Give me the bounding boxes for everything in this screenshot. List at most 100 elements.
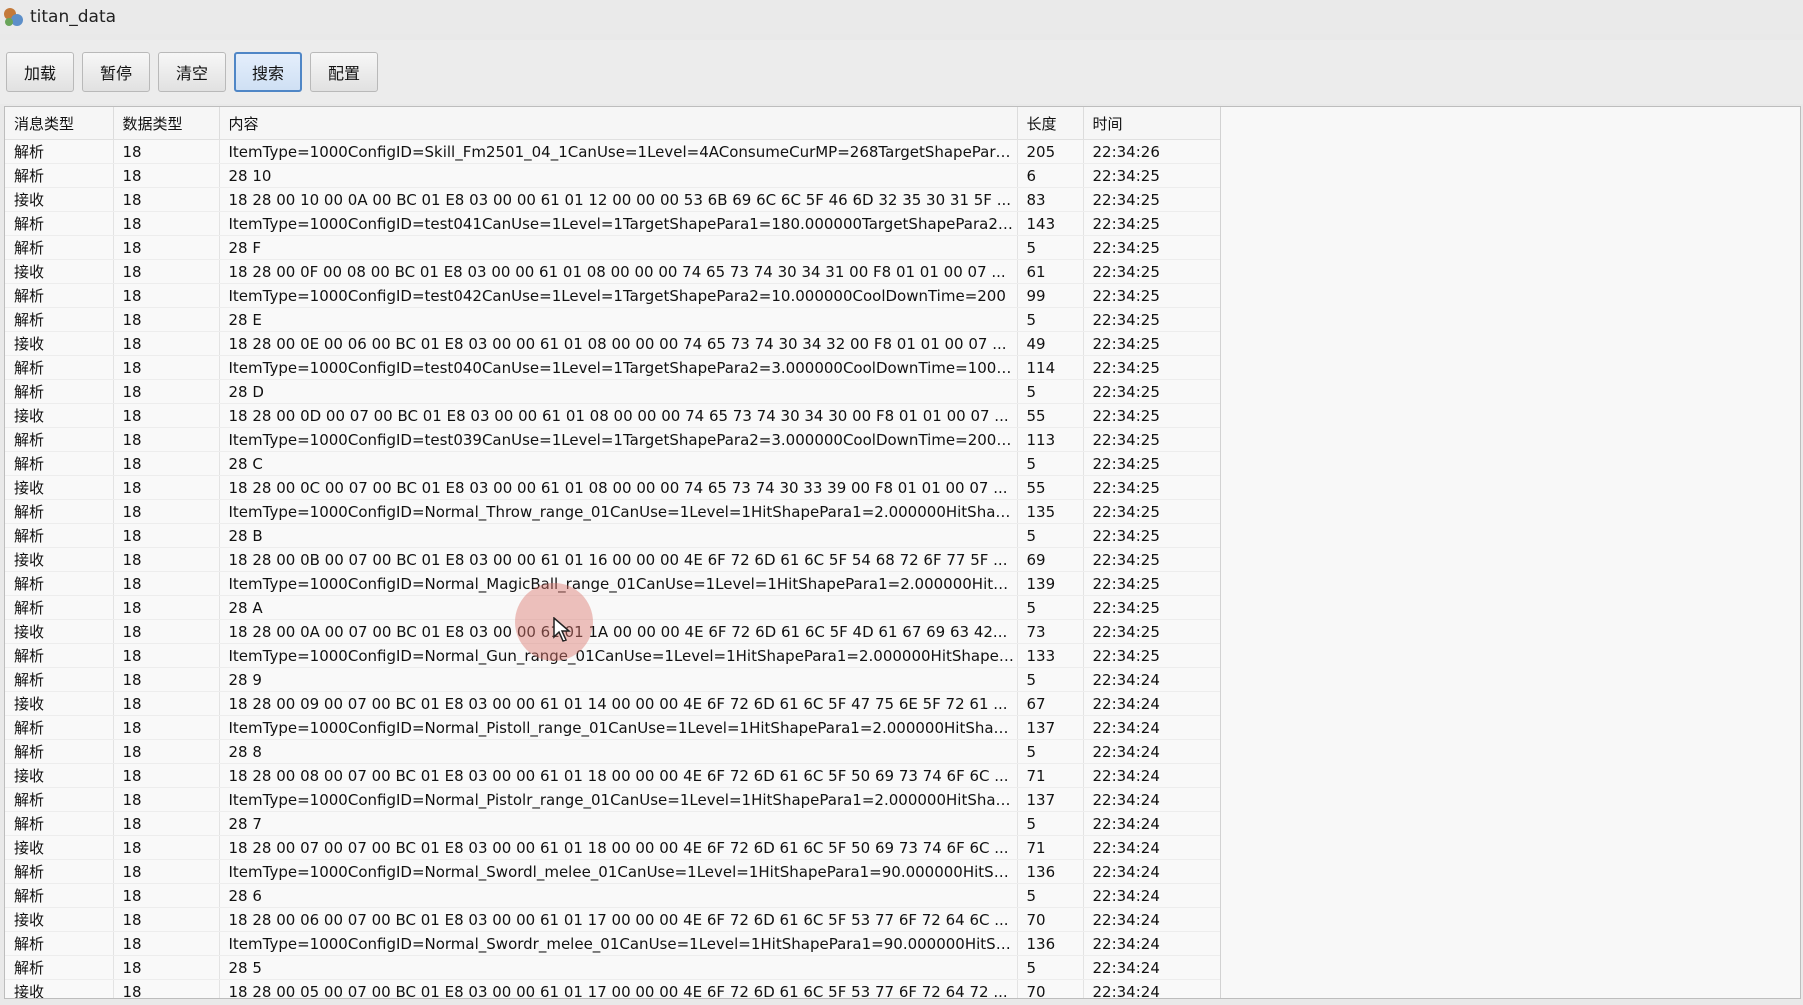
table-row[interactable]: 接收 18 18 28 00 05 00 07 00 BC 01 E8 03 00 … xyxy=(5,979,1221,998)
table-row[interactable]: 解析 18 ItemType=1000ConfigID=test039CanUse=… xyxy=(5,427,1221,452)
cell-data-type: 18 xyxy=(113,715,220,740)
cell-time: 22:34:24 xyxy=(1083,835,1221,860)
cell-length: 55 xyxy=(1017,403,1084,428)
column-header-content[interactable]: 内容 xyxy=(219,107,1018,140)
cell-data-type: 18 xyxy=(113,235,220,260)
table-row[interactable]: 解析 18 28 5 5 22:34:24 xyxy=(5,955,1221,980)
cell-time: 22:34:25 xyxy=(1083,619,1221,644)
cell-message-type: 解析 xyxy=(5,859,114,884)
cell-data-type: 18 xyxy=(113,427,220,452)
table-row[interactable]: 接收 18 18 28 00 0E 00 06 00 BC 01 E8 03 00 … xyxy=(5,331,1221,356)
cell-data-type: 18 xyxy=(113,859,220,884)
cell-message-type: 解析 xyxy=(5,523,114,548)
cell-data-type: 18 xyxy=(113,667,220,692)
config-button[interactable]: 配置 xyxy=(310,52,378,92)
table-row[interactable]: 接收 18 18 28 00 10 00 0A 00 BC 01 E8 03 00 … xyxy=(5,187,1221,212)
table-row[interactable]: 解析 18 28 D 5 22:34:25 xyxy=(5,379,1221,404)
table-row[interactable]: 解析 18 28 7 5 22:34:24 xyxy=(5,811,1221,836)
cell-data-type: 18 xyxy=(113,931,220,956)
cell-content: ItemType=1000ConfigID=Normal_Throw_range… xyxy=(219,499,1018,524)
table-row[interactable]: 解析 18 28 C 5 22:34:25 xyxy=(5,451,1221,476)
table-row[interactable]: 解析 18 28 B 5 22:34:25 xyxy=(5,523,1221,548)
table-row[interactable]: 解析 18 ItemType=1000ConfigID=Normal_Pistolr… xyxy=(5,787,1221,812)
cell-data-type: 18 xyxy=(113,907,220,932)
cell-message-type: 解析 xyxy=(5,379,114,404)
cell-message-type: 解析 xyxy=(5,883,114,908)
table-row[interactable]: 解析 18 ItemType=1000ConfigID=Normal_Swordr_… xyxy=(5,931,1221,956)
table-row[interactable]: 解析 18 ItemType=1000ConfigID=test042CanUse=… xyxy=(5,283,1221,308)
cell-message-type: 解析 xyxy=(5,715,114,740)
cell-content: ItemType=1000ConfigID=test040CanUse=1Lev… xyxy=(219,355,1018,380)
table-row[interactable]: 接收 18 18 28 00 07 00 07 00 BC 01 E8 03 00 … xyxy=(5,835,1221,860)
table-row[interactable]: 解析 18 28 10 6 22:34:25 xyxy=(5,163,1221,188)
table-row[interactable]: 解析 18 ItemType=1000ConfigID=Normal_MagicBa… xyxy=(5,571,1221,596)
cell-length: 55 xyxy=(1017,475,1084,500)
table-row[interactable]: 解析 18 28 E 5 22:34:25 xyxy=(5,307,1221,332)
cell-data-type: 18 xyxy=(113,787,220,812)
cell-data-type: 18 xyxy=(113,403,220,428)
column-header-time[interactable]: 时间 xyxy=(1083,107,1221,140)
cell-length: 135 xyxy=(1017,499,1084,524)
cell-message-type: 接收 xyxy=(5,259,114,284)
cell-length: 5 xyxy=(1017,955,1084,980)
cell-message-type: 解析 xyxy=(5,595,114,620)
table-row[interactable]: 解析 18 ItemType=1000ConfigID=Normal_Swordl_… xyxy=(5,859,1221,884)
cell-length: 5 xyxy=(1017,451,1084,476)
cell-message-type: 接收 xyxy=(5,979,114,998)
table-row[interactable]: 接收 18 18 28 00 0D 00 07 00 BC 01 E8 03 00 … xyxy=(5,403,1221,428)
pause-button[interactable]: 暂停 xyxy=(82,52,150,92)
table-row[interactable]: 解析 18 28 9 5 22:34:24 xyxy=(5,667,1221,692)
column-header-message-type[interactable]: 消息类型 xyxy=(5,107,114,140)
cell-time: 22:34:25 xyxy=(1083,451,1221,476)
cell-content: 28 10 xyxy=(219,163,1018,188)
table-row[interactable]: 解析 18 ItemType=1000ConfigID=Normal_Gun_ran… xyxy=(5,643,1221,668)
cell-length: 136 xyxy=(1017,931,1084,956)
cell-message-type: 解析 xyxy=(5,235,114,260)
table-row[interactable]: 解析 18 ItemType=1000ConfigID=Skill_Fm2501_0… xyxy=(5,139,1221,164)
cell-data-type: 18 xyxy=(113,643,220,668)
table-row[interactable]: 解析 18 ItemType=1000ConfigID=test040CanUse=… xyxy=(5,355,1221,380)
table-row[interactable]: 接收 18 18 28 00 09 00 07 00 BC 01 E8 03 00 … xyxy=(5,691,1221,716)
column-header-length[interactable]: 长度 xyxy=(1017,107,1084,140)
app-icon xyxy=(2,6,24,28)
cell-time: 22:34:24 xyxy=(1083,811,1221,836)
cell-content: ItemType=1000ConfigID=test039CanUse=1Lev… xyxy=(219,427,1018,452)
cell-data-type: 18 xyxy=(113,595,220,620)
cell-message-type: 接收 xyxy=(5,835,114,860)
cell-content: 28 E xyxy=(219,307,1018,332)
cell-time: 22:34:25 xyxy=(1083,187,1221,212)
cell-content: 18 28 00 0E 00 06 00 BC 01 E8 03 00 00 6… xyxy=(219,331,1018,356)
table-row[interactable]: 解析 18 ItemType=1000ConfigID=test041CanUse=… xyxy=(5,211,1221,236)
mouse-cursor-icon xyxy=(553,616,572,647)
cell-message-type: 接收 xyxy=(5,331,114,356)
cell-time: 22:34:24 xyxy=(1083,883,1221,908)
cell-time: 22:34:26 xyxy=(1083,139,1221,164)
table-row[interactable]: 解析 18 28 6 5 22:34:24 xyxy=(5,883,1221,908)
cell-message-type: 解析 xyxy=(5,955,114,980)
table-row[interactable]: 解析 18 28 A 5 22:34:25 xyxy=(5,595,1221,620)
table-row[interactable]: 解析 18 ItemType=1000ConfigID=Normal_Pistoll… xyxy=(5,715,1221,740)
cell-message-type: 接收 xyxy=(5,475,114,500)
table-row[interactable]: 接收 18 18 28 00 0F 00 08 00 BC 01 E8 03 00 … xyxy=(5,259,1221,284)
table-row[interactable]: 解析 18 ItemType=1000ConfigID=Normal_Throw_r… xyxy=(5,499,1221,524)
cell-time: 22:34:25 xyxy=(1083,331,1221,356)
message-table[interactable]: 消息类型 数据类型 内容 长度 时间 解析 18 ItemType=1000Conf… xyxy=(4,106,1801,999)
table-row[interactable]: 接收 18 18 28 00 0B 00 07 00 BC 01 E8 03 00 … xyxy=(5,547,1221,572)
table-row[interactable]: 解析 18 28 8 5 22:34:24 xyxy=(5,739,1221,764)
table-row[interactable]: 解析 18 28 F 5 22:34:25 xyxy=(5,235,1221,260)
table-row[interactable]: 接收 18 18 28 00 0A 00 07 00 BC 01 E8 03 00 … xyxy=(5,619,1221,644)
table-row[interactable]: 接收 18 18 28 00 0C 00 07 00 BC 01 E8 03 00 … xyxy=(5,475,1221,500)
cell-content: 28 7 xyxy=(219,811,1018,836)
load-button[interactable]: 加载 xyxy=(6,52,74,92)
cell-content: 18 28 00 0B 00 07 00 BC 01 E8 03 00 00 6… xyxy=(219,547,1018,572)
search-button[interactable]: 搜索 xyxy=(234,52,302,92)
cell-content: 28 A xyxy=(219,595,1018,620)
cell-content: 18 28 00 0C 00 07 00 BC 01 E8 03 00 00 6… xyxy=(219,475,1018,500)
cell-message-type: 解析 xyxy=(5,787,114,812)
clear-button[interactable]: 清空 xyxy=(158,52,226,92)
cell-time: 22:34:25 xyxy=(1083,307,1221,332)
table-row[interactable]: 接收 18 18 28 00 06 00 07 00 BC 01 E8 03 00 … xyxy=(5,907,1221,932)
cell-content: ItemType=1000ConfigID=test041CanUse=1Lev… xyxy=(219,211,1018,236)
column-header-data-type[interactable]: 数据类型 xyxy=(113,107,220,140)
table-row[interactable]: 接收 18 18 28 00 08 00 07 00 BC 01 E8 03 00 … xyxy=(5,763,1221,788)
